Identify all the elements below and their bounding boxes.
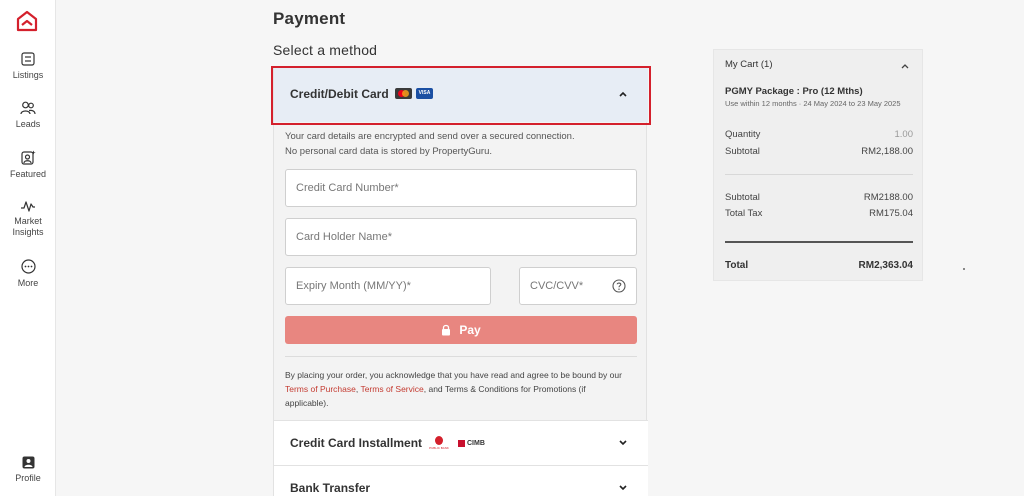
cimb-text: CIMB [467, 439, 485, 447]
sidebar-item-label: More [17, 278, 39, 288]
total-value: RM2,363.04 [858, 260, 913, 271]
package-validity: Use within 12 months · 24 May 2024 to 23… [725, 99, 901, 108]
quantity-value: 1.00 [894, 129, 914, 140]
summary-subtotal-row: Subtotal RM2188.00 [725, 192, 913, 203]
summary-subtotal-value: RM2188.00 [863, 192, 913, 203]
card-number-field[interactable] [285, 169, 637, 207]
package-name: PGMY Package : Pro (12 Mths) [725, 86, 863, 97]
cart-title: My Cart (1) [725, 59, 773, 70]
sidebar-item-label: Featured [9, 169, 47, 179]
total-divider [725, 241, 913, 243]
total-label: Total [725, 260, 749, 271]
market-insights-icon [21, 201, 35, 212]
chevron-down-icon[interactable] [618, 483, 628, 493]
total-tax-label: Total Tax [725, 208, 763, 219]
expiry-field[interactable] [285, 267, 491, 305]
leads-icon [20, 101, 36, 115]
card-holder-name-field[interactable] [285, 218, 637, 256]
sidebar-item-leads[interactable]: Leads [0, 101, 56, 130]
method-label: Credit Card Installment [290, 436, 423, 450]
chevron-up-icon[interactable] [900, 61, 910, 71]
sidebar-item-label: Market Insights [12, 216, 44, 237]
quantity-row: Quantity 1.00 [725, 129, 913, 140]
payment-methods-panel: Credit/Debit Card VISA Your card details… [271, 66, 651, 496]
lock-icon [442, 324, 451, 336]
chevron-up-icon[interactable] [618, 89, 628, 99]
cimb-mark-icon [458, 439, 465, 447]
card-number-input[interactable] [286, 170, 636, 206]
terms-prefix: By placing your order, you acknowledge t… [285, 370, 622, 380]
cart-summary: My Cart (1) PGMY Package : Pro (12 Mths)… [713, 49, 923, 281]
quantity-label: Quantity [725, 129, 761, 140]
public-bank-logo: PUBLIC BANK [426, 436, 452, 450]
sidebar-item-market-insights[interactable]: Market Insights [0, 200, 56, 238]
subtotal-label: Subtotal [725, 146, 760, 157]
total-tax-value: RM175.04 [869, 208, 913, 219]
security-notice: Your card details are encrypted and send… [285, 129, 575, 159]
cvc-field[interactable] [519, 267, 637, 305]
sidebar: Listings Leads Featured Market Insights [0, 0, 56, 496]
credit-debit-card-method-header[interactable]: Credit/Debit Card VISA [274, 67, 648, 122]
profile-avatar-icon [22, 456, 34, 469]
terms-text: By placing your order, you acknowledge t… [285, 368, 630, 410]
method-label: Credit/Debit Card [290, 87, 389, 101]
subtotal-row: Subtotal RM2,188.00 [725, 146, 913, 157]
card-logos: VISA [395, 88, 433, 99]
subtotal-value: RM2,188.00 [861, 146, 913, 157]
sidebar-item-label: Profile [15, 473, 41, 483]
summary-subtotal-label: Subtotal [725, 192, 760, 203]
sidebar-item-label: Listings [12, 70, 44, 80]
cimb-logo: CIMB [458, 439, 485, 447]
bank-transfer-method[interactable]: Bank Transfer [274, 465, 648, 496]
notice-line: Your card details are encrypted and send… [285, 131, 575, 142]
notice-line: No personal card data is stored by Prope… [285, 146, 492, 157]
terms-of-service-link[interactable]: Terms of Service [360, 384, 423, 394]
pay-button[interactable]: Pay [285, 316, 637, 344]
featured-icon [20, 150, 36, 165]
sidebar-item-listings[interactable]: Listings [0, 52, 56, 81]
total-row: Total RM2,363.04 [725, 260, 913, 271]
mastercard-icon [395, 88, 412, 99]
chevron-down-icon[interactable] [618, 438, 628, 448]
bank-logos: PUBLIC BANK CIMB [426, 436, 485, 450]
page-title: Payment [273, 9, 346, 28]
listings-icon [21, 52, 35, 66]
credit-card-installment-method[interactable]: Credit Card Installment PUBLIC BANK CIMB [274, 420, 648, 465]
sidebar-item-profile[interactable]: Profile [0, 456, 56, 484]
pay-button-label: Pay [459, 323, 481, 337]
public-bank-text: PUBLIC BANK [429, 446, 449, 450]
sidebar-item-featured[interactable]: Featured [0, 150, 56, 180]
card-holder-name-input[interactable] [286, 219, 636, 255]
divider [725, 174, 913, 175]
method-label: Bank Transfer [290, 481, 371, 495]
more-icon [20, 259, 36, 274]
visa-icon: VISA [416, 88, 433, 99]
sidebar-item-label: Leads [15, 119, 41, 129]
sidebar-item-more[interactable]: More [0, 259, 56, 289]
terms-of-purchase-link[interactable]: Terms of Purchase [285, 384, 356, 394]
stray-dot [963, 268, 965, 270]
expiry-input[interactable] [286, 268, 490, 304]
divider [285, 356, 637, 357]
section-title: Select a method [273, 42, 378, 58]
help-icon[interactable] [612, 279, 626, 293]
total-tax-row: Total Tax RM175.04 [725, 208, 913, 219]
propertyguru-logo[interactable] [16, 10, 38, 32]
